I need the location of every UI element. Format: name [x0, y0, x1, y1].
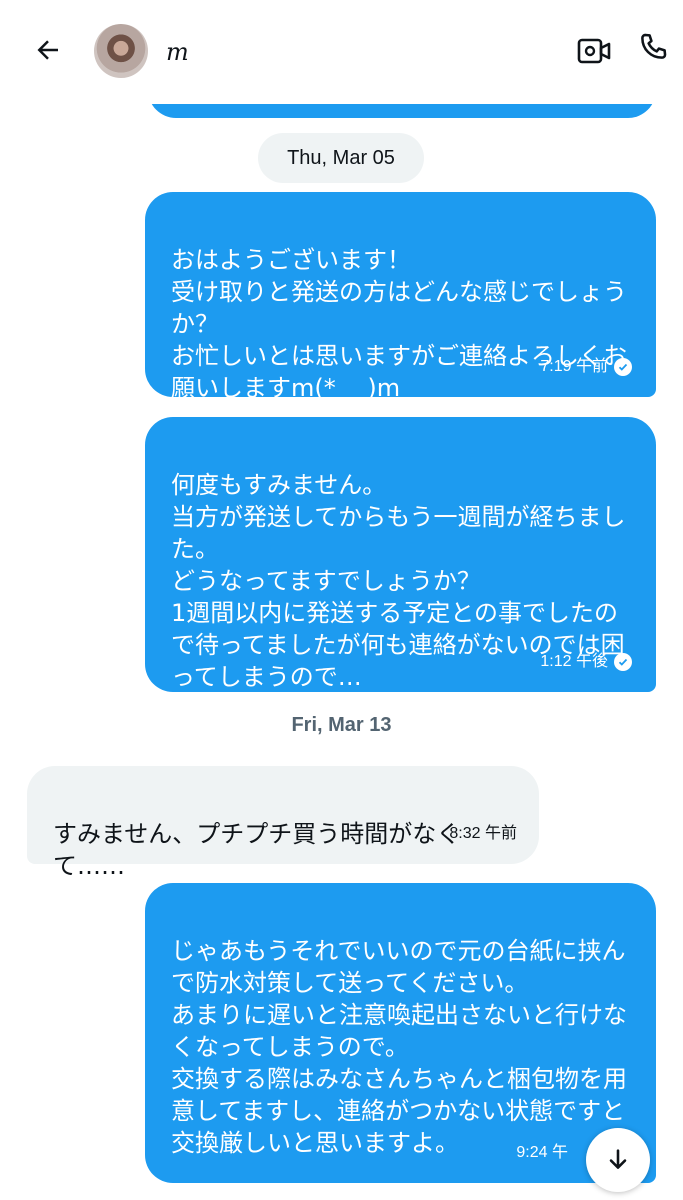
- message-time: 1:12 午後: [540, 653, 608, 670]
- video-call-button[interactable]: [576, 33, 616, 73]
- message-bubble-outgoing[interactable]: 何度もすみません。 当方が発送してからもう一週間が経ちました。 どうなってますで…: [145, 417, 656, 692]
- message-text: すみません、プチプチ買う時間がなくて……: [53, 820, 461, 880]
- arrow-down-icon: [609, 1149, 627, 1169]
- message-bubble-outgoing[interactable]: おはようございます！ 受け取りと発送の方はどんな感じでしょうか？ お忙しいとは思…: [145, 192, 656, 402]
- message-meta: 9:24 午: [516, 1137, 568, 1169]
- read-receipt-icon: [614, 653, 632, 671]
- message-meta: 7:19 午前: [540, 351, 632, 383]
- message-meta: 8:32 午前: [449, 818, 517, 850]
- date-separator: Fri, Mar 13: [291, 714, 392, 736]
- message-time: 8:32 午前: [449, 825, 517, 842]
- chat-header: m: [0, 0, 683, 104]
- message-bubble-incoming[interactable]: すみません、プチプチ買う時間がなくて…… 8:32 午前: [27, 766, 539, 880]
- call-button[interactable]: [636, 30, 676, 70]
- read-receipt-icon: [614, 358, 632, 376]
- date-separator: Thu, Mar 05: [258, 133, 424, 183]
- back-button[interactable]: [28, 30, 68, 70]
- back-arrow-icon: [37, 40, 58, 60]
- video-call-icon: [577, 38, 611, 64]
- avatar[interactable]: [94, 24, 148, 78]
- message-bubble-outgoing[interactable]: じゃあもうそれでいいので元の台紙に挟んで防水対策して送ってください。 あまりに遅…: [145, 883, 656, 1183]
- message-time: 9:24 午: [516, 1144, 568, 1161]
- message-meta: 1:12 午後: [540, 646, 632, 678]
- message-text: じゃあもうそれでいいので元の台紙に挟んで防水対策して送ってください。 あまりに遅…: [171, 937, 627, 1157]
- message-time: 7:19 午前: [540, 358, 608, 375]
- contact-name[interactable]: m: [166, 38, 189, 66]
- phone-icon: [641, 33, 667, 59]
- scroll-to-bottom-button[interactable]: [586, 1128, 650, 1192]
